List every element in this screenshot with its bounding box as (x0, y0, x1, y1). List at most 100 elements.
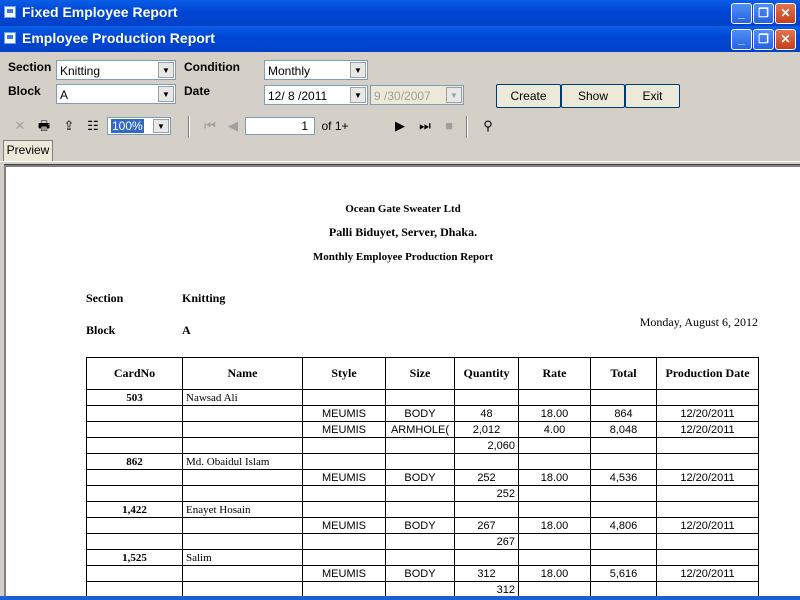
chevron-down-icon[interactable]: ▼ (350, 62, 366, 78)
inner-window-title: Employee Production Report (22, 30, 215, 46)
subtotal-cell: 252 (454, 485, 519, 502)
inner-minimize-icon[interactable]: _ (731, 29, 752, 50)
total-cell: 5,616 (590, 565, 657, 582)
date-cell: 12/20/2011 (656, 469, 759, 486)
chevron-down-icon[interactable]: ▼ (158, 86, 174, 102)
taskbar-strip (0, 596, 800, 600)
last-page-icon[interactable]: ⏭ (417, 117, 433, 135)
chevron-down-icon: ▼ (446, 87, 462, 103)
app-icon (4, 6, 16, 18)
show-button[interactable]: Show (561, 84, 625, 108)
create-button[interactable]: Create (496, 84, 561, 108)
quantity-cell: 267 (454, 517, 519, 534)
exit-button[interactable]: Exit (625, 84, 680, 108)
rate-cell: 18.00 (518, 469, 591, 486)
employee-row: 1,525 Salim (86, 549, 759, 566)
quantity-cell: 252 (454, 469, 519, 486)
total-cell: 4,536 (590, 469, 657, 486)
date-to-picker: 9 /30/2007 ▼ (370, 85, 464, 105)
report-page: Ocean Gate Sweater Ltd Palli Biduyet, Se… (6, 167, 800, 600)
style-cell: MEUMIS (302, 517, 386, 534)
production-table: CardNo Name Style Size Quantity Rate Tot… (86, 357, 759, 598)
employee-row: 862 Md. Obaidul Islam (86, 453, 759, 470)
column-header: Size (385, 357, 455, 390)
style-cell: MEUMIS (302, 469, 386, 486)
total-cell: 4,806 (590, 517, 657, 534)
detail-row: MEUMIS ARMHOLE( 2,012 4.00 8,048 12/20/2… (86, 421, 759, 438)
employee-name: Salim (182, 549, 303, 566)
section-select-value: Knitting (60, 64, 101, 78)
report-title: Monthly Employee Production Report (312, 251, 494, 263)
chevron-down-icon[interactable]: ▼ (350, 87, 366, 103)
toolbar-separator (188, 116, 190, 138)
block-select-value: A (60, 88, 69, 102)
toolbar-separator (466, 116, 468, 138)
subtotal-row: 2,060 (86, 437, 759, 454)
company-address: Palli Biduyet, Server, Dhaka. (328, 225, 478, 239)
page-number-input[interactable]: 1 (245, 117, 315, 135)
total-cell: 864 (590, 405, 657, 422)
date-cell: 12/20/2011 (656, 421, 759, 438)
stop-icon[interactable]: ■ (442, 117, 456, 135)
binoculars-icon[interactable]: ⚲ (478, 117, 498, 135)
style-cell: MEUMIS (302, 405, 386, 422)
prev-page-icon[interactable]: ◀ (226, 117, 240, 135)
outer-title-bar[interactable]: Fixed Employee Report _ ❐ ✕ (0, 0, 800, 26)
tab-divider (0, 161, 800, 162)
column-header: Production Date (656, 357, 759, 390)
date-to-value: 9 /30/2007 (374, 89, 431, 103)
subtotal-row: 252 (86, 485, 759, 502)
section-label: Section (8, 60, 52, 74)
minimize-icon[interactable]: _ (731, 3, 752, 24)
zoom-select[interactable]: 100% ▼ (107, 117, 171, 135)
size-cell: BODY (385, 517, 455, 534)
restore-icon[interactable]: ❐ (753, 3, 774, 24)
report-block-value: A (182, 323, 191, 337)
style-cell: MEUMIS (302, 421, 386, 438)
table-header-row: CardNo Name Style Size Quantity Rate Tot… (86, 357, 759, 390)
column-header: CardNo (86, 357, 183, 390)
card-number: 862 (86, 453, 183, 470)
x-icon[interactable]: ✕ (12, 117, 28, 135)
date-from-picker[interactable]: 12/ 8 /2011 ▼ (264, 85, 368, 105)
quantity-cell: 312 (454, 565, 519, 582)
group-tree-icon[interactable]: ☷ (84, 117, 102, 135)
condition-select[interactable]: Monthly ▼ (264, 60, 368, 80)
employee-name: Md. Obaidul Islam (182, 453, 303, 470)
date-label: Date (184, 84, 211, 98)
subtotal-cell: 267 (454, 533, 519, 550)
date-from-value: 12/ 8 /2011 (268, 89, 328, 103)
tab-preview[interactable]: Preview (3, 140, 53, 161)
size-cell: ARMHOLE( (385, 421, 455, 438)
date-cell: 12/20/2011 (656, 405, 759, 422)
export-icon[interactable]: ⇪ (60, 117, 78, 135)
section-select[interactable]: Knitting ▼ (56, 60, 176, 80)
style-cell: MEUMIS (302, 565, 386, 582)
first-page-icon[interactable]: ⏮ (202, 117, 218, 135)
inner-title-bar[interactable]: Employee Production Report _ ❐ ✕ (0, 26, 800, 52)
rate-cell: 18.00 (518, 405, 591, 422)
close-icon[interactable]: ✕ (775, 3, 796, 24)
quantity-cell: 2,012 (454, 421, 519, 438)
subtotal-row: 267 (86, 533, 759, 550)
report-block-label: Block (86, 323, 116, 337)
chevron-down-icon[interactable]: ▼ (153, 119, 169, 133)
inner-close-icon[interactable]: ✕ (775, 29, 796, 50)
date-cell: 12/20/2011 (656, 517, 759, 534)
printer-icon[interactable]: 🖶 (35, 117, 53, 135)
report-print-date: Monday, August 6, 2012 (639, 315, 758, 329)
zoom-value: 100% (111, 119, 144, 133)
report-section-value: Knitting (182, 291, 226, 305)
report-viewer: Ocean Gate Sweater Ltd Palli Biduyet, Se… (4, 164, 800, 600)
chevron-down-icon[interactable]: ▼ (158, 62, 174, 78)
next-page-icon[interactable]: ▶ (393, 117, 407, 135)
company-name: Ocean Gate Sweater Ltd (345, 203, 461, 215)
inner-restore-icon[interactable]: ❐ (753, 29, 774, 50)
size-cell: BODY (385, 565, 455, 582)
detail-row: MEUMIS BODY 267 18.00 4,806 12/20/2011 (86, 517, 759, 534)
application: Fixed Employee Report _ ❐ ✕ Employee Pro… (0, 0, 800, 600)
column-header: Quantity (454, 357, 519, 390)
condition-label: Condition (184, 60, 240, 74)
block-select[interactable]: A ▼ (56, 84, 176, 104)
subtotal-cell: 2,060 (454, 437, 519, 454)
